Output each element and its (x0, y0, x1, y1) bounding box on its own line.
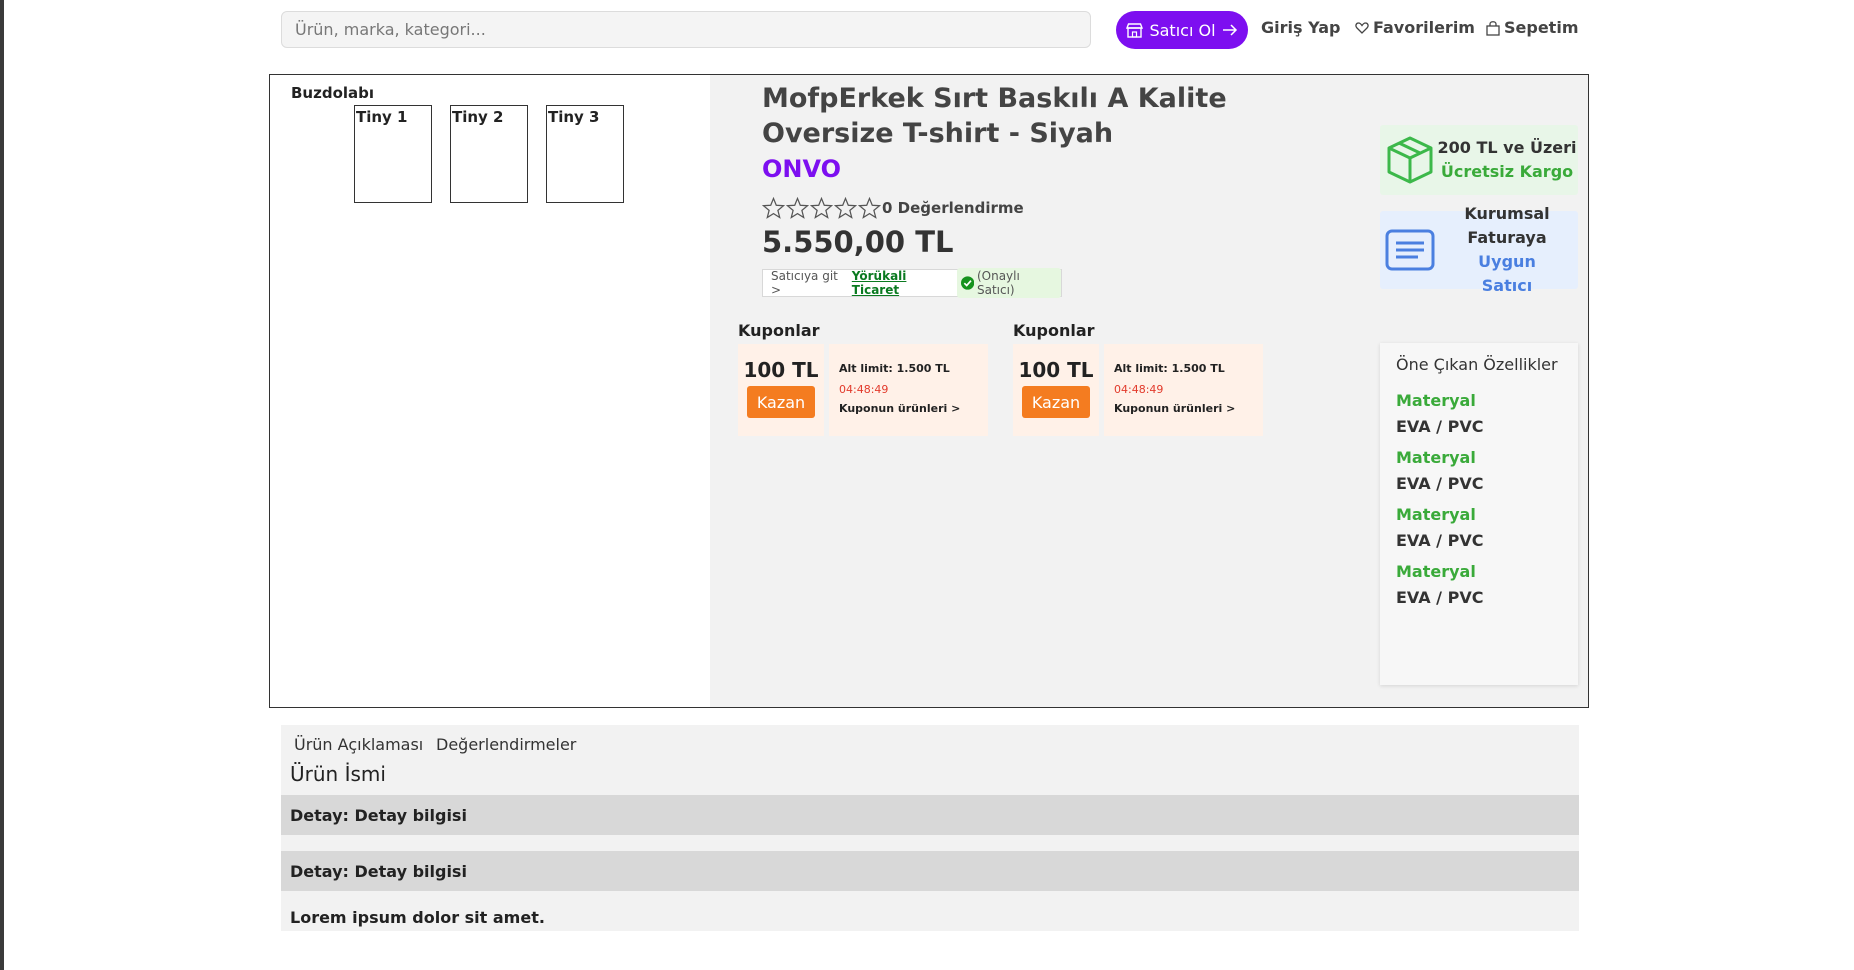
invoice-line1: Kurumsal (1464, 204, 1550, 223)
rating-stars[interactable] (762, 197, 881, 219)
corporate-invoice-text: Kurumsal Faturaya Uygun Satıcı (1436, 202, 1578, 298)
feature-value: EVA / PVC (1396, 531, 1484, 550)
coupon-products-link[interactable]: Kuponun ürünleri > (1114, 402, 1263, 415)
coupon-card: 100 TL Kazan Alt limit: 1.500 TL 04:48:4… (738, 344, 988, 436)
star-icon (834, 197, 857, 219)
star-icon (762, 197, 785, 219)
coupon-timer: 04:48:49 (839, 383, 889, 396)
feature-key: Materyal (1396, 448, 1476, 467)
search-input[interactable] (282, 12, 1090, 47)
coupon-limit: Alt limit: 1.500 TL (1114, 362, 1225, 375)
coupon-timer: 04:48:49 (1114, 383, 1164, 396)
store-icon (1126, 22, 1144, 38)
invoice-line3: Satıcı (1481, 276, 1533, 295)
star-icon (786, 197, 809, 219)
coupon-amount: 100 TL (1018, 358, 1094, 382)
heart-icon (1355, 21, 1369, 34)
login-label: Giriş Yap (1261, 18, 1341, 37)
coupon-details: Alt limit: 1.500 TL 04:48:49 Kuponun ürü… (1104, 344, 1263, 436)
check-circle-icon (960, 276, 974, 290)
cart-label: Sepetim (1504, 18, 1579, 37)
free-shipping-line2: Ücretsiz Kargo (1440, 162, 1574, 181)
free-shipping-text: 200 TL ve Üzeri Ücretsiz Kargo (1436, 136, 1578, 184)
favorites-link[interactable]: Favorilerim (1355, 18, 1475, 37)
bag-icon (1486, 20, 1500, 36)
description-text: Lorem ipsum dolor sit amet. (290, 908, 545, 927)
become-seller-button[interactable]: Satıcı Ol (1116, 11, 1248, 49)
free-shipping-line1: 200 TL ve Üzeri (1437, 138, 1577, 157)
coupons-title: Kuponlar (738, 321, 820, 340)
product-gallery: Buzdolabı Tiny 1 Tiny 2 Tiny 3 (270, 75, 710, 707)
feature-value: EVA / PVC (1396, 417, 1484, 436)
detail-row: Detay: Detay bilgisi (281, 795, 1579, 835)
product-title: MofpErkek Sırt Baskılı A Kalite Oversize… (762, 83, 1227, 149)
tab-reviews[interactable]: Değerlendirmeler (436, 735, 576, 754)
invoice-icon (1385, 229, 1435, 271)
seller-link[interactable]: Yörükali Ticaret (852, 269, 953, 297)
product-panel: Buzdolabı Tiny 1 Tiny 2 Tiny 3 MofpErkek… (269, 74, 1589, 708)
window-edge (0, 0, 4, 970)
seller-info: Satıcıya git > Yörükali Ticaret (Onaylı … (762, 268, 1062, 298)
invoice-line2a: Faturaya (1467, 228, 1547, 247)
invoice-line2b: Uygun (1478, 252, 1536, 271)
favorites-label: Favorilerim (1373, 18, 1475, 37)
coupons-title: Kuponlar (1013, 321, 1095, 340)
description-section: Ürün Açıklaması Değerlendirmeler Ürün İs… (281, 725, 1579, 931)
feature-key: Materyal (1396, 505, 1476, 524)
star-icon (858, 197, 881, 219)
invoice-line2: Faturaya Uygun (1436, 226, 1578, 274)
description-title: Ürün İsmi (290, 762, 386, 786)
become-seller-label: Satıcı Ol (1149, 20, 1216, 40)
feature-value: EVA / PVC (1396, 474, 1484, 493)
coupon-amount-panel: 100 TL Kazan (738, 344, 824, 436)
coupon-card: 100 TL Kazan Alt limit: 1.500 TL 04:48:4… (1013, 344, 1263, 436)
features-title: Öne Çıkan Özellikler (1396, 355, 1558, 374)
cart-link[interactable]: Sepetim (1486, 18, 1578, 37)
coupon-details: Alt limit: 1.500 TL 04:48:49 Kuponun ürü… (829, 344, 988, 436)
free-shipping-badge: 200 TL ve Üzeri Ücretsiz Kargo (1380, 125, 1578, 195)
arrow-right-icon (1222, 24, 1237, 36)
star-icon (810, 197, 833, 219)
claim-coupon-button[interactable]: Kazan (747, 386, 815, 418)
thumbnail[interactable]: Tiny 1 (354, 105, 432, 203)
seller-prefix: Satıcıya git > (771, 269, 838, 297)
claim-coupon-button[interactable]: Kazan (1022, 386, 1090, 418)
feature-key: Materyal (1396, 391, 1476, 410)
corporate-invoice-badge: Kurumsal Faturaya Uygun Satıcı (1380, 204, 1578, 295)
coupon-amount: 100 TL (743, 358, 819, 382)
search-box[interactable] (281, 11, 1091, 48)
rating-count[interactable]: 0 Değerlendirme (882, 199, 1024, 217)
feature-key: Materyal (1396, 562, 1476, 581)
featured-attributes: Öne Çıkan Özellikler Materyal EVA / PVC … (1380, 343, 1578, 685)
detail-row: Detay: Detay bilgisi (281, 851, 1579, 891)
coupon-limit: Alt limit: 1.500 TL (839, 362, 950, 375)
coupon-amount-panel: 100 TL Kazan (1013, 344, 1099, 436)
gallery-title: Buzdolabı (291, 84, 375, 102)
tab-description[interactable]: Ürün Açıklaması (294, 735, 423, 754)
login-link[interactable]: Giriş Yap (1261, 18, 1340, 37)
thumbnail[interactable]: Tiny 3 (546, 105, 624, 203)
thumbnail[interactable]: Tiny 2 (450, 105, 528, 203)
product-price: 5.550,00 TL (762, 225, 954, 259)
brand-link[interactable]: ONVO (762, 155, 841, 183)
feature-value: EVA / PVC (1396, 588, 1484, 607)
package-icon (1387, 136, 1433, 184)
verified-badge: (Onaylı Satıcı) (956, 268, 1061, 298)
verified-label: (Onaylı Satıcı) (976, 269, 1020, 297)
coupon-products-link[interactable]: Kuponun ürünleri > (839, 402, 988, 415)
